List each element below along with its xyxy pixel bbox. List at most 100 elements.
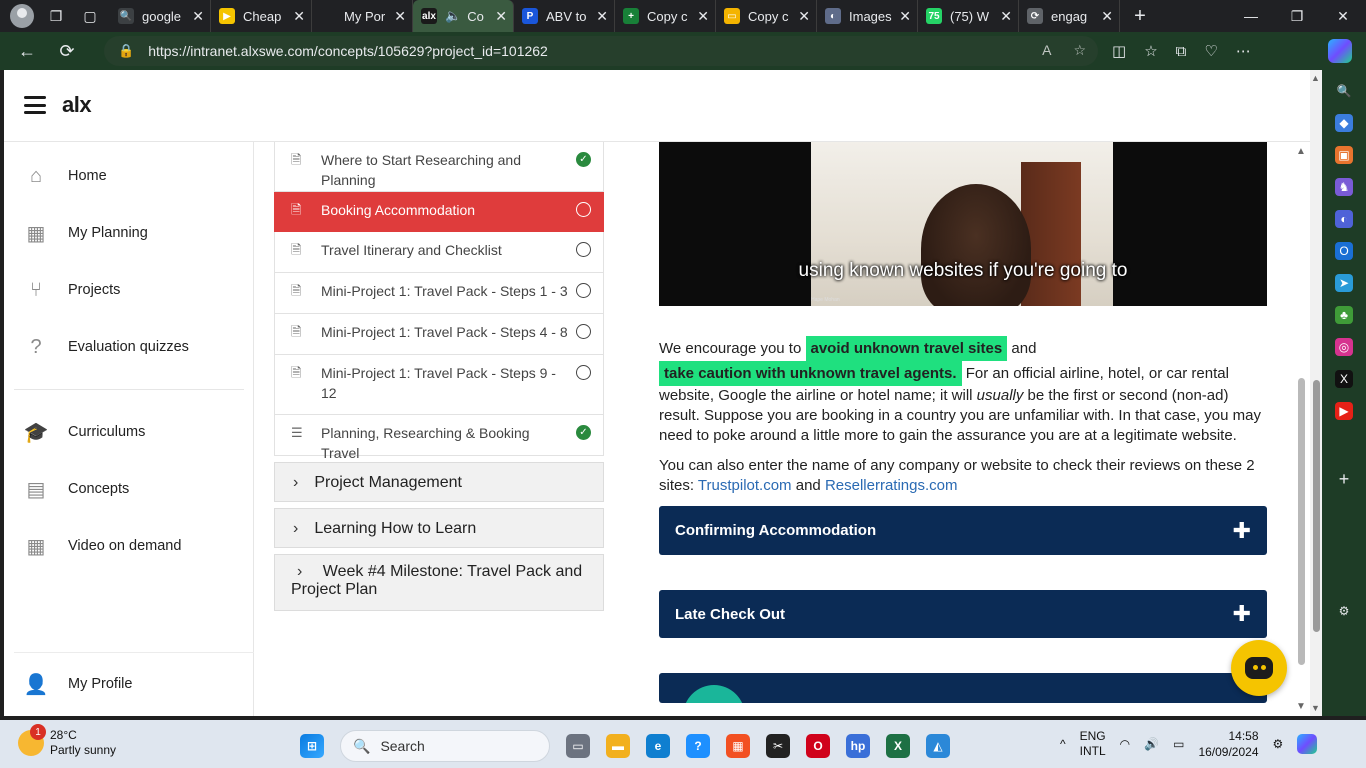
outlook-icon[interactable]: O xyxy=(1335,242,1353,260)
scroll-up-arrow-icon[interactable]: ▲ xyxy=(1311,73,1320,83)
scroll-thumb[interactable] xyxy=(1298,378,1305,665)
profile-avatar-icon[interactable] xyxy=(10,4,34,28)
close-tab-icon[interactable]: ✕ xyxy=(495,8,507,25)
sidebar-item-home[interactable]: ⌂ Home xyxy=(4,156,254,196)
clock[interactable]: 14:58 16/09/2024 xyxy=(1198,728,1258,760)
sidebar-item-video-on-demand[interactable]: ▦ Video on demand xyxy=(4,526,254,566)
browser-tab[interactable]: ▭ Copy c ✕ xyxy=(716,0,817,32)
concept-item-active[interactable]: 🗎 Booking Accommodation xyxy=(274,192,604,232)
browser-tab[interactable]: ◐ Images ✕ xyxy=(817,0,918,32)
new-tab-button[interactable]: + xyxy=(1124,0,1156,32)
copilot-taskbar-icon[interactable] xyxy=(1297,734,1318,754)
battery-icon[interactable]: ▭ xyxy=(1173,737,1184,751)
collections-icon[interactable]: ⧉ xyxy=(1176,43,1187,60)
close-tab-icon[interactable]: ✕ xyxy=(192,8,204,25)
add-icon[interactable]: + xyxy=(1335,469,1353,489)
language-indicator[interactable]: ENG INTL xyxy=(1080,729,1106,759)
scroll-thumb[interactable] xyxy=(1313,380,1320,632)
browser-tab[interactable]: 75 (75) W ✕ xyxy=(918,0,1019,32)
edge-browser-icon[interactable]: e xyxy=(646,734,670,758)
concept-item[interactable]: 🗎 Mini-Project 1: Travel Pack - Steps 4 … xyxy=(274,314,604,355)
speaker-icon[interactable]: 🔈 xyxy=(445,8,461,24)
close-tab-icon[interactable]: ✕ xyxy=(1101,8,1113,25)
concept-item[interactable]: 🗎 Travel Itinerary and Checklist xyxy=(274,232,604,273)
split-screen-icon[interactable]: ◫ xyxy=(1112,42,1126,60)
close-tab-icon[interactable]: ✕ xyxy=(596,8,608,25)
workspaces-icon[interactable]: ❐ xyxy=(42,2,70,30)
windows-start-icon[interactable]: ⊞ xyxy=(300,734,324,758)
content-scrollbar[interactable]: ▲ ▼ xyxy=(1295,142,1307,716)
trustpilot-link[interactable]: Trustpilot.com xyxy=(698,477,792,494)
capcut-icon[interactable]: ✂ xyxy=(766,734,790,758)
more-menu-icon[interactable]: ⋯ xyxy=(1236,42,1251,60)
sidebar-item-evaluation-quizzes[interactable]: ? Evaluation quizzes xyxy=(4,327,254,367)
search-icon[interactable]: 🔍 xyxy=(1335,82,1353,100)
read-aloud-icon[interactable]: A xyxy=(1042,42,1051,59)
video-player[interactable]: using known websites if you're going to … xyxy=(659,142,1267,306)
page-scrollbar[interactable]: ▲ ▼ xyxy=(1310,70,1322,716)
store-icon[interactable]: ▦ xyxy=(726,734,750,758)
close-tab-icon[interactable]: ✕ xyxy=(899,8,911,25)
sidebar-item-concepts[interactable]: ▤ Concepts xyxy=(4,469,254,509)
accordion-confirming-accommodation[interactable]: Confirming Accommodation ✚ xyxy=(659,506,1267,555)
refresh-icon[interactable]: ⟳ xyxy=(50,34,84,68)
tree-icon[interactable]: ♣ xyxy=(1335,306,1353,324)
section-week-4-milestone[interactable]: › Week #4 Milestone: Travel Pack and Pro… xyxy=(274,554,604,611)
taskbar-search[interactable]: 🔍 Search xyxy=(340,730,550,762)
notifications-icon[interactable]: ⚙ xyxy=(1273,737,1284,751)
minimize-button[interactable]: — xyxy=(1228,0,1274,32)
concept-item[interactable]: 🗎 Mini-Project 1: Travel Pack - Steps 1 … xyxy=(274,273,604,314)
games-icon[interactable]: ♞ xyxy=(1335,178,1353,196)
scroll-down-arrow-icon[interactable]: ▼ xyxy=(1296,701,1306,712)
instagram-icon[interactable]: ◎ xyxy=(1335,338,1353,356)
sidebar-item-projects[interactable]: ⑂ Projects xyxy=(4,270,254,310)
chevron-up-icon[interactable]: ^ xyxy=(1060,737,1066,751)
browser-tab[interactable]: ⟳ engag ✕ xyxy=(1019,0,1120,32)
concept-item[interactable]: ☰ Planning, Researching & Booking Travel… xyxy=(274,415,604,461)
section-learning-how-to-learn[interactable]: › Learning How to Learn xyxy=(274,508,604,548)
scroll-down-arrow-icon[interactable]: ▼ xyxy=(1311,703,1320,713)
favorite-star-icon[interactable]: ☆ xyxy=(1073,42,1086,59)
browser-tab[interactable]: 🔍 google ✕ xyxy=(110,0,211,32)
file-explorer-icon[interactable]: ▬ xyxy=(606,734,630,758)
accordion-next[interactable] xyxy=(659,673,1267,703)
browser-tab[interactable]: alx 🔈 Co ✕ xyxy=(413,0,514,32)
browser-tab[interactable]: + Copy c ✕ xyxy=(615,0,716,32)
sidebar-item-curriculums[interactable]: 🎓 Curriculums xyxy=(4,412,254,452)
browser-essentials-icon[interactable]: ♡ xyxy=(1204,42,1217,60)
browser-tab[interactable]: My Por ✕ xyxy=(312,0,413,32)
browser-tab[interactable]: ▶ Cheap ✕ xyxy=(211,0,312,32)
resellerratings-link[interactable]: Resellerratings.com xyxy=(825,477,958,494)
excel-icon[interactable]: X xyxy=(886,734,910,758)
weather-widget[interactable]: 1 28°C Partly sunny xyxy=(18,724,116,758)
menu-hamburger-icon[interactable] xyxy=(24,96,46,114)
accordion-late-check-out[interactable]: Late Check Out ✚ xyxy=(659,590,1267,638)
close-tab-icon[interactable]: ✕ xyxy=(293,8,305,25)
shopping-tag-icon[interactable]: ◆ xyxy=(1335,114,1353,132)
close-window-button[interactable]: ✕ xyxy=(1320,0,1366,32)
sidebar-item-my-planning[interactable]: ▦ My Planning xyxy=(4,213,254,253)
telegram-icon[interactable]: ➤ xyxy=(1335,274,1353,292)
scroll-up-arrow-icon[interactable]: ▲ xyxy=(1296,146,1306,157)
alx-logo[interactable]: alx xyxy=(62,92,92,118)
tools-briefcase-icon[interactable]: ▣ xyxy=(1335,146,1353,164)
concept-item[interactable]: 🗎 Mini-Project 1: Travel Pack - Steps 9 … xyxy=(274,355,604,415)
opera-icon[interactable]: O xyxy=(806,734,830,758)
maximize-button[interactable]: ❐ xyxy=(1274,0,1320,32)
favorites-icon[interactable]: ☆ xyxy=(1144,42,1157,60)
photos-icon[interactable]: ◭ xyxy=(926,734,950,758)
help-icon[interactable]: ? xyxy=(686,734,710,758)
copilot-icon[interactable] xyxy=(1328,39,1352,63)
copilot-app-icon[interactable]: ◐ xyxy=(1335,210,1353,228)
chat-button[interactable] xyxy=(1231,640,1287,696)
close-tab-icon[interactable]: ✕ xyxy=(798,8,810,25)
back-icon[interactable]: ← xyxy=(10,34,44,68)
settings-gear-icon[interactable]: ⚙ xyxy=(1335,602,1353,620)
volume-icon[interactable]: 🔊 xyxy=(1144,737,1159,751)
x-twitter-icon[interactable]: X xyxy=(1335,370,1353,388)
section-project-management[interactable]: › Project Management xyxy=(274,462,604,502)
myhp-icon[interactable]: hp xyxy=(846,734,870,758)
task-view-icon[interactable]: ▭ xyxy=(566,734,590,758)
close-tab-icon[interactable]: ✕ xyxy=(1000,8,1012,25)
youtube-icon[interactable]: ▶ xyxy=(1335,402,1353,420)
